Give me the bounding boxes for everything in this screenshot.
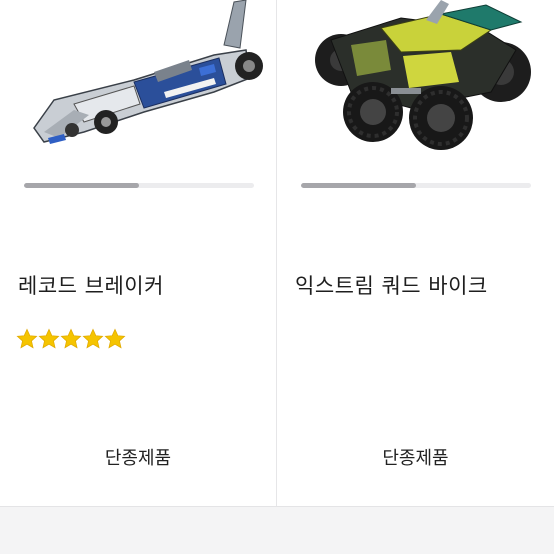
product-card-record-breaker[interactable]: 레코드 브레이커 단종제품	[0, 0, 276, 506]
product-name[interactable]: 익스트림 쿼드 바이크	[295, 270, 488, 300]
product-card-quad-bike[interactable]: 익스트림 쿼드 바이크 단종제품	[276, 0, 554, 506]
image-slide-progress	[301, 183, 531, 188]
image-slide-progress-fill	[301, 183, 416, 188]
star-icon	[60, 328, 82, 349]
quad-bike-image	[315, 0, 531, 150]
star-icon	[104, 328, 126, 349]
rating-stars	[16, 328, 126, 350]
discontinued-label: 단종제품	[382, 448, 449, 469]
discontinued-label: 단종제품	[104, 448, 172, 469]
image-slide-progress	[24, 183, 254, 188]
image-slide-progress-fill	[24, 183, 139, 188]
star-icon	[16, 328, 38, 349]
star-icon	[82, 328, 104, 349]
product-grid: 레코드 브레이커 단종제품 익스트림 쿼드 바이크 단종제품	[0, 0, 554, 507]
star-icon	[38, 328, 60, 349]
product-name[interactable]: 레코드 브레이커	[18, 270, 164, 300]
race-car-image	[33, 0, 263, 144]
